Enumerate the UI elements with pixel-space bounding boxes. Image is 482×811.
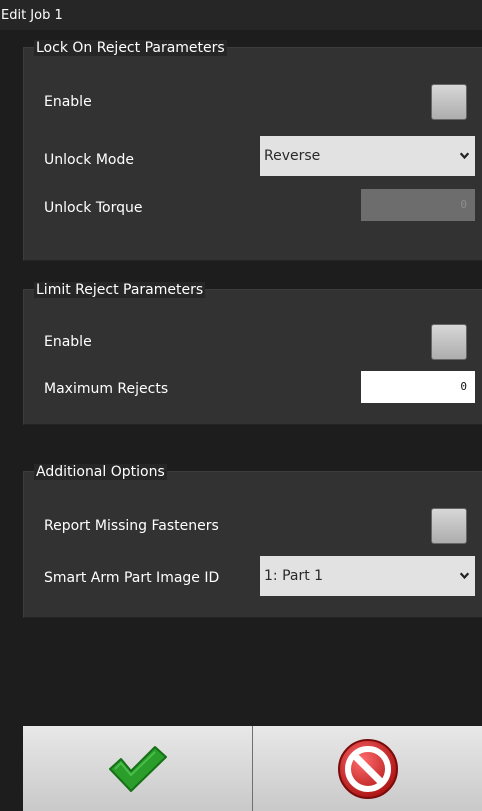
window-title: Edit Job 1 (1, 8, 63, 23)
additional-options-legend: Additional Options (34, 464, 167, 480)
footer-bar (23, 726, 482, 811)
max-rejects-label: Maximum Rejects (44, 381, 169, 397)
confirm-button[interactable] (23, 726, 253, 811)
unlock-torque-input[interactable]: 0 (361, 189, 475, 221)
limit-reject-panel: Limit Reject Parameters Enable Maximum R… (23, 282, 482, 425)
lock-on-reject-panel: Lock On Reject Parameters Enable Unlock … (23, 40, 482, 261)
unlock-mode-select[interactable]: Reverse (260, 136, 475, 176)
cancel-button[interactable] (253, 726, 482, 811)
lock-enable-checkbox[interactable] (431, 84, 467, 120)
no-entry-icon (337, 738, 398, 799)
checkmark-icon (108, 745, 167, 792)
lock-enable-label: Enable (44, 94, 92, 110)
chevron-down-icon (459, 152, 470, 160)
part-image-label: Smart Arm Part Image ID (44, 570, 220, 586)
title-bar: Edit Job 1 (0, 0, 482, 30)
unlock-mode-value: Reverse (264, 148, 321, 164)
part-image-select[interactable]: 1: Part 1 (260, 556, 475, 596)
chevron-down-icon (459, 572, 470, 580)
report-missing-checkbox[interactable] (431, 508, 467, 544)
limit-reject-legend: Limit Reject Parameters (34, 282, 206, 298)
max-rejects-input[interactable]: 0 (361, 371, 475, 403)
additional-options-panel: Additional Options Report Missing Fasten… (23, 464, 482, 618)
unlock-torque-label: Unlock Torque (44, 200, 143, 216)
unlock-mode-label: Unlock Mode (44, 152, 134, 168)
lock-on-reject-legend: Lock On Reject Parameters (34, 40, 227, 56)
part-image-value: 1: Part 1 (264, 568, 324, 584)
report-missing-label: Report Missing Fasteners (44, 518, 219, 534)
limit-enable-label: Enable (44, 334, 92, 350)
limit-enable-checkbox[interactable] (431, 324, 467, 360)
